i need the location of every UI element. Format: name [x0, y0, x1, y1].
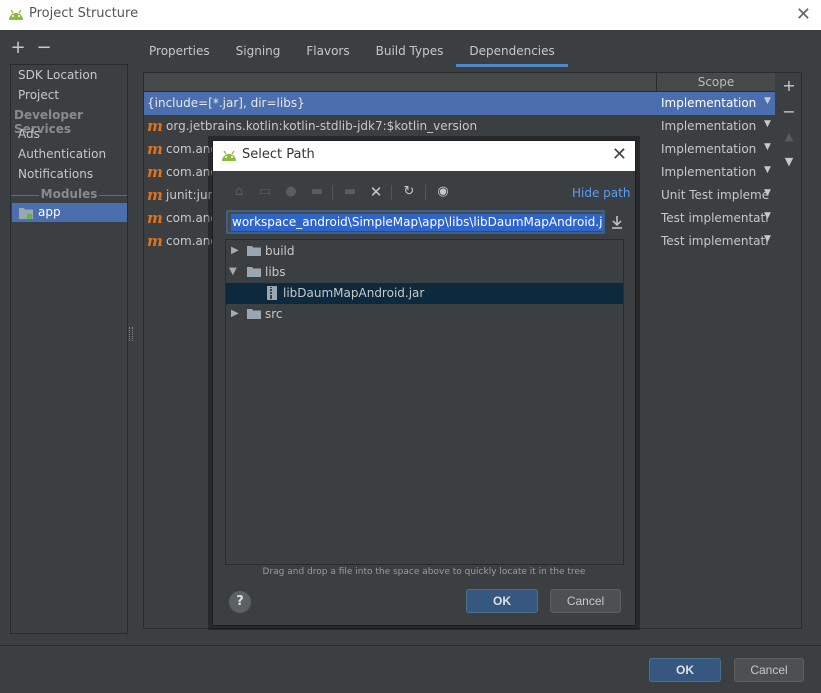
chevron-right-icon[interactable]: ▶ — [231, 308, 239, 319]
add-icon[interactable]: + — [10, 38, 26, 58]
dependency-name: org.jetbrains.kotlin:kotlin-stdlib-jdk7:… — [166, 119, 478, 133]
nav-item-ads[interactable]: Ads — [18, 127, 40, 141]
add-dependency-icon[interactable]: + — [780, 76, 798, 95]
dialog-ok-button[interactable]: OK — [466, 589, 538, 613]
path-input-value: workspace_android\SimpleMap\app\libs\lib… — [231, 214, 603, 231]
scope-select[interactable]: Unit Test impleme… — [661, 188, 769, 202]
table-row[interactable]: {include=[*.jar], dir=libs} Implementati… — [144, 92, 775, 115]
move-down-icon[interactable]: ▼ — [780, 155, 798, 168]
window-title-bar: Project Structure ✕ — [0, 0, 821, 30]
tab-bar: Properties Signing Flavors Build Types D… — [136, 40, 569, 68]
project-icon[interactable]: ● — [282, 183, 300, 201]
folder-icon — [247, 309, 261, 319]
android-icon — [9, 9, 23, 20]
dialog-title-bar: Select Path ✕ — [213, 141, 635, 171]
dependency-name: {include=[*.jar], dir=libs} — [147, 96, 305, 110]
chevron-right-icon[interactable]: ▶ — [231, 245, 239, 256]
chevron-down-icon[interactable]: ▼ — [764, 96, 771, 106]
android-icon — [222, 150, 236, 161]
tab-signing[interactable]: Signing — [223, 40, 294, 66]
nav-item-authentication[interactable]: Authentication — [18, 147, 106, 161]
drag-drop-hint: Drag and drop a file into the space abov… — [262, 567, 586, 577]
tab-flavors[interactable]: Flavors — [293, 40, 362, 66]
tab-dependencies[interactable]: Dependencies — [456, 40, 569, 67]
scope-select[interactable]: Implementation — [661, 96, 769, 110]
dialog-cancel-button[interactable]: Cancel — [550, 589, 621, 613]
nav-item-app[interactable]: app — [38, 205, 61, 219]
maven-icon: m — [147, 186, 163, 204]
maven-icon: m — [147, 117, 163, 135]
select-path-dialog: Select Path ✕ ⌂ ▭ ● ▬ ▬ ✕ ↻ ◉ Hide path … — [212, 140, 636, 626]
chevron-down-icon[interactable]: ▼ — [764, 188, 771, 198]
move-up-icon[interactable]: ▲ — [780, 130, 798, 143]
left-nav: SDK Location Project Developer Services … — [10, 64, 128, 634]
close-icon[interactable]: ✕ — [796, 4, 811, 25]
tree-item-libdaummapandroid-jar[interactable]: libDaumMapAndroid.jar — [226, 283, 623, 304]
tab-properties[interactable]: Properties — [136, 40, 223, 66]
chevron-down-icon[interactable]: ▼ — [764, 165, 771, 175]
scope-select[interactable]: Implementation — [661, 142, 769, 156]
download-icon[interactable] — [610, 214, 624, 230]
hide-path-link[interactable]: Hide path — [572, 186, 630, 200]
splitter-handle[interactable] — [129, 327, 133, 341]
chevron-down-icon[interactable]: ▼ — [764, 142, 771, 152]
refresh-icon[interactable]: ↻ — [400, 183, 418, 201]
chevron-down-icon[interactable]: ▼ — [764, 234, 771, 244]
show-hidden-icon[interactable]: ◉ — [434, 183, 452, 201]
cancel-button[interactable]: Cancel — [734, 658, 804, 682]
left-toolbar: + − — [10, 38, 52, 60]
tree-item-label: libs — [265, 265, 286, 279]
maven-icon: m — [147, 232, 163, 250]
scope-select[interactable]: Test implementation — [661, 234, 769, 248]
nav-section-modules: Modules — [11, 187, 127, 201]
new-folder-icon[interactable]: ▬ — [341, 183, 359, 201]
folder-icon — [247, 246, 261, 256]
help-icon[interactable]: ? — [229, 591, 251, 613]
maven-icon: m — [147, 140, 163, 158]
table-row[interactable]: m org.jetbrains.kotlin:kotlin-stdlib-jdk… — [144, 115, 775, 138]
footer-divider — [0, 645, 821, 646]
tree-item-label: libDaumMapAndroid.jar — [283, 286, 425, 300]
maven-icon: m — [147, 163, 163, 181]
toolbar-divider — [391, 185, 392, 200]
chevron-down-icon[interactable]: ▼ — [764, 211, 771, 221]
nav-item-notifications[interactable]: Notifications — [18, 167, 93, 181]
ok-button[interactable]: OK — [649, 658, 721, 682]
scope-select[interactable]: Test implementation — [661, 211, 769, 225]
dialog-title: Select Path — [242, 147, 315, 162]
remove-dependency-icon[interactable]: − — [780, 102, 798, 121]
nav-item-sdk-location[interactable]: SDK Location — [18, 68, 97, 82]
file-tree[interactable]: ▶ build ▼ libs libDaumMapAndroid.jar ▶ s… — [225, 239, 624, 565]
scope-select[interactable]: Implementation — [661, 119, 769, 133]
tree-item-libs[interactable]: ▼ libs — [226, 262, 623, 283]
column-header-scope[interactable]: Scope — [656, 73, 775, 92]
nav-item-project[interactable]: Project — [18, 88, 59, 102]
tree-item-build[interactable]: ▶ build — [226, 241, 623, 262]
close-icon[interactable]: ✕ — [612, 144, 627, 165]
toolbar-divider — [332, 185, 333, 200]
chevron-down-icon[interactable]: ▼ — [764, 119, 771, 129]
folder-icon — [247, 267, 261, 277]
jar-file-icon — [267, 286, 277, 300]
desktop-icon[interactable]: ▭ — [256, 183, 274, 201]
tab-build-types[interactable]: Build Types — [363, 40, 457, 66]
home-icon[interactable]: ⌂ — [230, 183, 248, 201]
chevron-down-icon[interactable]: ▼ — [229, 266, 237, 277]
maven-icon: m — [147, 209, 163, 227]
scope-select[interactable]: Implementation — [661, 165, 769, 179]
tree-item-label: src — [265, 307, 283, 321]
tree-item-label: build — [265, 244, 295, 258]
delete-icon[interactable]: ✕ — [367, 183, 385, 201]
tree-item-src[interactable]: ▶ src — [226, 304, 623, 325]
module-folder-icon[interactable]: ▬ — [308, 183, 326, 201]
remove-icon[interactable]: − — [36, 38, 52, 58]
table-header: Scope — [144, 73, 775, 92]
toolbar-divider — [425, 185, 426, 200]
path-input[interactable]: workspace_android\SimpleMap\app\libs\lib… — [226, 210, 605, 234]
window-title: Project Structure — [29, 6, 139, 21]
module-folder-icon — [19, 208, 33, 219]
